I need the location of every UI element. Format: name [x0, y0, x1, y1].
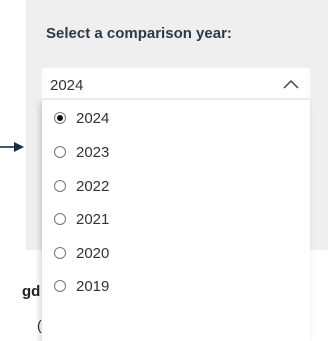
radio-button[interactable]: [54, 112, 66, 124]
chevron-up-icon[interactable]: [282, 78, 300, 90]
arrow-right-icon: [0, 142, 24, 152]
option-2022[interactable]: 2022: [54, 174, 294, 198]
option-label: 2024: [76, 109, 110, 127]
option-2020[interactable]: 2020: [54, 241, 294, 265]
radio-button[interactable]: [54, 146, 66, 158]
option-label: 2021: [76, 210, 110, 228]
radio-button[interactable]: [54, 180, 66, 192]
option-2023[interactable]: 2023: [54, 140, 294, 164]
option-2024[interactable]: 2024: [54, 106, 294, 130]
panel-heading: Select a comparison year:: [46, 25, 232, 42]
year-select[interactable]: 2024: [42, 68, 310, 98]
radio-button[interactable]: [54, 247, 66, 259]
select-value: 2024: [50, 77, 84, 94]
option-2021[interactable]: 2021: [54, 207, 294, 231]
background-text-fragment: gd: [22, 283, 41, 300]
option-label: 2023: [76, 143, 110, 161]
option-2019[interactable]: 2019: [54, 274, 294, 298]
background-text-fragment: (: [37, 317, 42, 333]
radio-button[interactable]: [54, 213, 66, 225]
option-label: 2019: [76, 277, 110, 295]
radio-button[interactable]: [54, 280, 66, 292]
year-dropdown-list: 2024 2023 2022 2021 2020 2019: [42, 100, 310, 341]
option-label: 2020: [76, 244, 110, 262]
option-label: 2022: [76, 177, 110, 195]
